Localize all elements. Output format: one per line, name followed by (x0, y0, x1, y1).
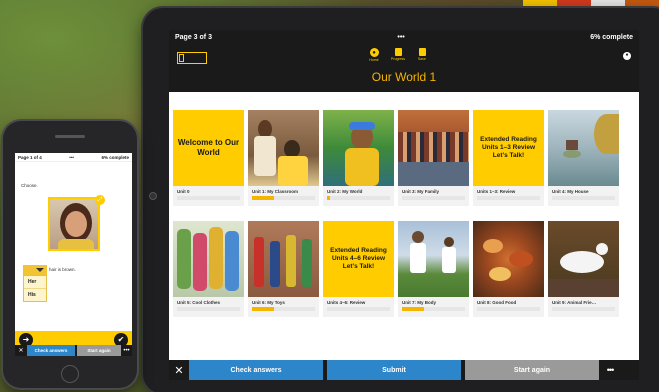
phone-device: Page 1 of 4 ••• 6% complete Choose. ⤢ ha… (3, 121, 137, 388)
nav-home[interactable]: ● Home (367, 48, 381, 62)
tile-progress-bar (177, 196, 240, 200)
unit-tile[interactable]: Unit 3: My Family (398, 110, 469, 214)
tile-banner: Welcome to Our World (173, 110, 244, 186)
tablet-status-bar: Page 3 of 3 ••• 6% complete (169, 30, 639, 44)
tile-photo-clothes (173, 221, 244, 297)
tile-progress-bar (477, 307, 540, 311)
tile-progress-bar (477, 196, 540, 200)
unit-tile[interactable]: Unit 1: My Classroom (248, 110, 319, 214)
tile-photo-family (398, 110, 469, 186)
page-indicator: Page 3 of 3 (175, 33, 212, 41)
tile-progress-bar (327, 307, 390, 311)
check-answers-button[interactable]: Check answers (189, 360, 323, 380)
tile-progress-bar (177, 307, 240, 311)
home-icon: ● (369, 48, 379, 57)
tile-caption: Unit 5: Cool Clothes (173, 297, 244, 317)
unit-tile[interactable]: Unit 4: My House (548, 110, 619, 214)
more-options-icon[interactable]: ••• (121, 348, 132, 354)
unit-tile[interactable]: Unit 8: Good Food (473, 221, 544, 325)
question-prompt: Choose. (21, 183, 38, 188)
dropdown-options: Her His (23, 275, 47, 302)
tile-progress-bar (252, 196, 315, 200)
tile-progress-bar (402, 307, 465, 311)
status-dots: ••• (397, 33, 405, 41)
tablet-screen: Page 3 of 3 ••• 6% complete ● Home Progr… (169, 30, 639, 380)
progress-icon (394, 48, 402, 56)
sentence-rest: hair is brown. (49, 267, 76, 272)
unit-tile[interactable]: Extended Reading Units 4–6 Review Let’s … (323, 221, 394, 325)
tile-banner: Extended Reading Units 1–3 Review Let’s … (473, 110, 544, 186)
chevron-down-icon (36, 268, 44, 272)
more-options-icon[interactable]: ••• (599, 365, 621, 375)
national-geographic-logo (177, 52, 207, 64)
nav-save[interactable]: Save (415, 48, 429, 62)
unit-tile[interactable]: Unit 5: Cool Clothes (173, 221, 244, 325)
phone-speaker (55, 135, 85, 138)
phone-screen: Page 1 of 4 ••• 6% complete Choose. ⤢ ha… (15, 153, 132, 356)
home-button[interactable] (61, 365, 79, 383)
tablet-footer: ✕ Check answers Submit Start again ••• (169, 360, 639, 380)
tile-banner: Extended Reading Units 4–6 Review Let’s … (323, 221, 394, 297)
close-icon[interactable]: ✕ (15, 347, 27, 354)
tile-photo-food (473, 221, 544, 297)
tile-progress-bar (402, 196, 465, 200)
tile-caption: Unit 0 (173, 186, 244, 206)
submit-button[interactable]: Submit (327, 360, 461, 380)
page-indicator: Page 1 of 4 (18, 154, 42, 160)
tablet-device: Page 3 of 3 ••• 6% complete ● Home Progr… (143, 8, 659, 392)
tile-photo-animals (548, 221, 619, 297)
progress-percent: 6% complete (101, 154, 129, 160)
unit-tile[interactable]: Unit 7: My Body (398, 221, 469, 325)
start-again-button[interactable]: Start again (465, 360, 599, 380)
tile-photo-classroom (248, 110, 319, 186)
tile-progress-bar (552, 196, 615, 200)
tile-photo-toys (248, 221, 319, 297)
unit-tile[interactable]: Unit 2: My World (323, 110, 394, 214)
start-again-button[interactable]: Start again (77, 345, 121, 356)
tile-caption: Units 4–6: Review (323, 297, 394, 317)
tile-caption: Unit 9: Animal Frie… (548, 297, 619, 317)
logo-rectangle-icon (179, 54, 184, 62)
top-nav: ● Home Progress Save (367, 48, 429, 62)
phone-footer: ✕ Check answers Start again ••• (15, 345, 132, 356)
tile-photo-world (323, 110, 394, 186)
tile-caption: Units 1–3: Review (473, 186, 544, 206)
option-her[interactable]: Her (24, 276, 46, 289)
nav-progress[interactable]: Progress (391, 48, 405, 62)
tablet-header: ● Home Progress Save ● Our World 1 (169, 44, 639, 92)
corner-tiles (523, 0, 659, 8)
phone-status-bar: Page 1 of 4 ••• 6% complete (15, 153, 132, 162)
unit-grid: Welcome to Our World Unit 0 Unit 1: My C… (173, 110, 635, 325)
tile-caption: Unit 4: My House (548, 186, 619, 206)
unit-tile[interactable]: Welcome to Our World Unit 0 (173, 110, 244, 214)
course-title: Our World 1 (371, 70, 437, 84)
user-profile-icon[interactable]: ● (623, 52, 631, 60)
tile-caption: Unit 2: My World (323, 186, 394, 206)
tile-progress-bar (327, 196, 390, 200)
tile-caption: Unit 3: My Family (398, 186, 469, 206)
tile-caption: Unit 6: My Toys (248, 297, 319, 317)
save-icon (418, 48, 426, 56)
zoom-icon[interactable]: ⤢ (95, 195, 105, 205)
status-dots: ••• (69, 154, 74, 160)
tile-caption: Unit 1: My Classroom (248, 186, 319, 206)
tablet-camera (149, 192, 157, 200)
tile-caption: Unit 7: My Body (398, 297, 469, 317)
check-answers-button[interactable]: Check answers (27, 345, 75, 356)
answer-dropdown[interactable] (23, 265, 47, 275)
tile-progress-bar (552, 307, 615, 311)
close-icon[interactable]: ✕ (169, 364, 189, 377)
tile-photo-house (548, 110, 619, 186)
option-his[interactable]: His (24, 289, 46, 301)
progress-percent: 6% complete (590, 33, 633, 41)
tile-caption: Unit 8: Good Food (473, 297, 544, 317)
tile-photo-body (398, 221, 469, 297)
tile-progress-bar (252, 307, 315, 311)
unit-tile[interactable]: Extended Reading Units 1–3 Review Let’s … (473, 110, 544, 214)
unit-tile[interactable]: Unit 9: Animal Frie… (548, 221, 619, 325)
question-photo (48, 197, 100, 251)
unit-tile[interactable]: Unit 6: My Toys (248, 221, 319, 325)
